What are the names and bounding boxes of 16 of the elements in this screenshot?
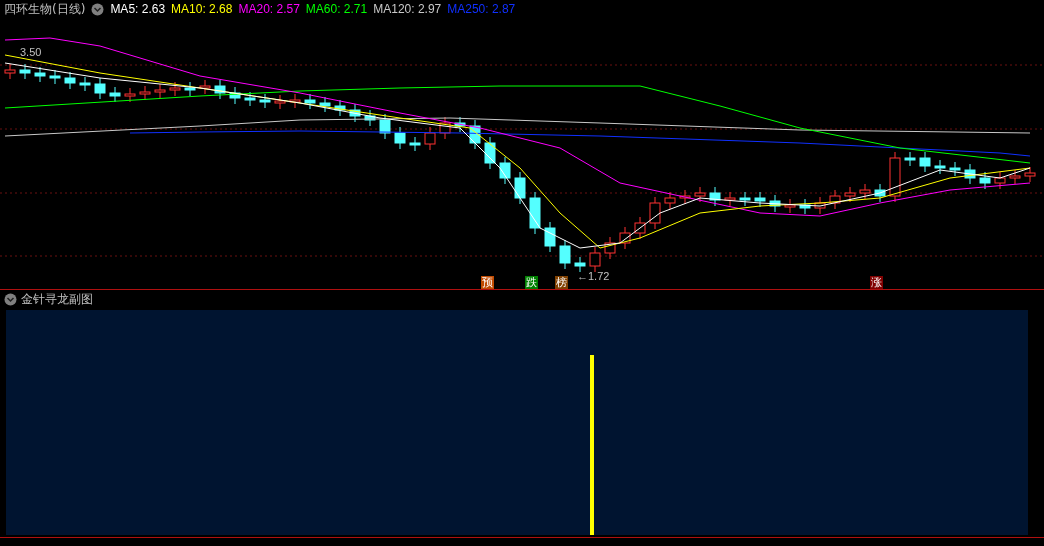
ma-legend-label: MA250: 2.87 bbox=[447, 1, 516, 18]
low-price-label: ←1.72 bbox=[577, 269, 610, 284]
ma-legend-label: MA5: 2.63 bbox=[110, 1, 166, 18]
chevron-down-icon[interactable] bbox=[4, 292, 17, 306]
ma-legend-label: MA120: 2.97 bbox=[373, 1, 442, 18]
sub-chart-title: 金针寻龙副图 bbox=[21, 291, 93, 308]
chart-title: 四环生物(日线) bbox=[4, 1, 86, 18]
high-price-label: 3.50 bbox=[20, 45, 42, 60]
signal-marker: 预 bbox=[481, 276, 494, 289]
ma-legend-label: MA20: 2.57 bbox=[238, 1, 300, 18]
signal-marker: 跌 bbox=[525, 276, 538, 289]
chevron-down-icon[interactable] bbox=[91, 2, 105, 16]
signal-marker: 榜 bbox=[555, 276, 568, 289]
ma-legend-label: MA10: 2.68 bbox=[171, 1, 233, 18]
ma-legend-label: MA60: 2.71 bbox=[305, 1, 368, 18]
signal-marker: 涨 bbox=[870, 276, 883, 289]
